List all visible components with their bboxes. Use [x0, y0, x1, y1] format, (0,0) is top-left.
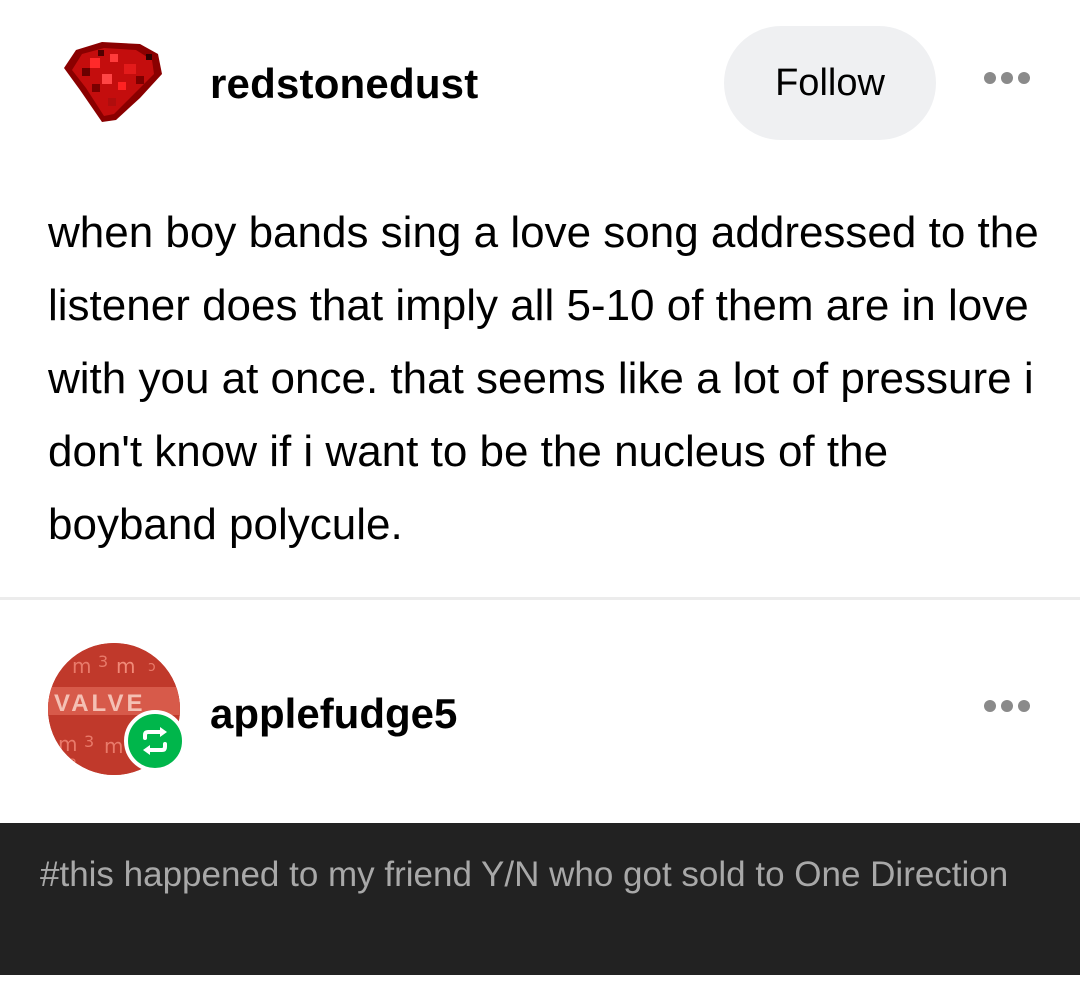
post-tags[interactable]: #this happened to my friend Y/N who got … — [40, 852, 1040, 897]
follow-button[interactable]: Follow — [724, 26, 936, 140]
more-options-icon[interactable] — [984, 700, 1030, 712]
svg-text:3: 3 — [98, 652, 108, 671]
svg-text:m: m — [58, 732, 77, 756]
svg-text:m: m — [116, 654, 135, 678]
svg-text:m: m — [104, 734, 123, 758]
post-username[interactable]: redstonedust — [210, 60, 478, 108]
svg-text:ɔ: ɔ — [148, 659, 156, 675]
redstone-dust-icon[interactable] — [62, 40, 168, 124]
svg-text:3: 3 — [68, 757, 77, 773]
post-body-text: when boy bands sing a love song addresse… — [48, 208, 1039, 549]
post-card: redstonedust Follow when boy bands sing … — [0, 0, 1080, 600]
svg-text:3: 3 — [84, 732, 94, 751]
tags-bar — [0, 823, 1080, 975]
svg-text:m: m — [72, 654, 91, 678]
reblogger-username[interactable]: applefudge5 — [210, 690, 457, 738]
divider — [0, 597, 1080, 600]
svg-text:VALVE: VALVE — [54, 690, 145, 717]
reblog-icon — [124, 710, 186, 772]
more-options-icon[interactable] — [984, 72, 1030, 84]
